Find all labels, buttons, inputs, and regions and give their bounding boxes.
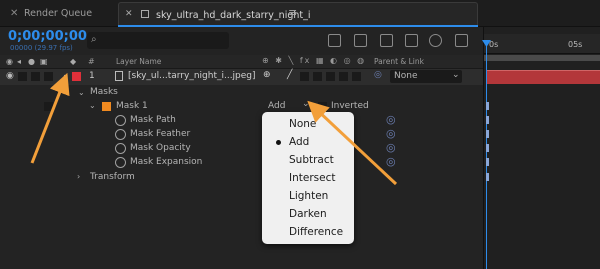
arrow-to-expand-chevron [30, 72, 70, 164]
annotation-arrows [30, 72, 398, 186]
arrow-to-mode-dropdown [307, 100, 398, 186]
